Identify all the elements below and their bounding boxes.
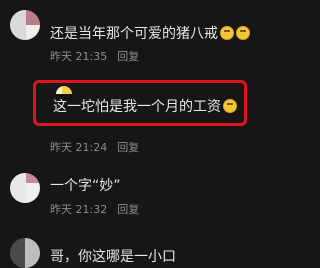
comment-text: 一个字“妙”: [50, 177, 121, 195]
comment-item[interactable]: 哥，你这哪是一小口: [0, 234, 293, 268]
laughing-crying-icon: [236, 26, 250, 40]
comment-time: 昨天 21:35: [50, 50, 108, 63]
laughing-crying-icon: [220, 26, 234, 40]
comment-time: 昨天 21:24: [50, 141, 108, 154]
comment-text: 还是当年那个可爱的猪八戒: [50, 25, 250, 43]
comment-time: 昨天 21:32: [50, 203, 108, 216]
reply-button[interactable]: 回复: [117, 203, 139, 216]
avatar[interactable]: [10, 173, 40, 203]
highlight-box: [33, 80, 247, 126]
comment-body: 哥，你这哪是一小口: [50, 249, 176, 265]
reply-button[interactable]: 回复: [117, 141, 139, 154]
reply-button[interactable]: 回复: [117, 50, 139, 63]
comment-text: 哥，你这哪是一小口: [50, 248, 176, 266]
comment-item[interactable]: 还是当年那个可爱的猪八戒 昨天 21:35 回复: [0, 0, 293, 70]
comment-meta: 昨天 21:24 回复: [50, 139, 139, 155]
comment-item[interactable]: 一个字“妙” 昨天 21:32 回复: [0, 165, 293, 225]
avatar[interactable]: [10, 10, 40, 40]
comment-body: 一个字“妙”: [50, 178, 121, 194]
comment-meta: 昨天 21:35 回复: [50, 48, 139, 64]
avatar[interactable]: [10, 238, 40, 268]
comment-body: 还是当年那个可爱的猪八戒: [50, 26, 218, 42]
comment-meta: 昨天 21:32 回复: [50, 201, 139, 217]
